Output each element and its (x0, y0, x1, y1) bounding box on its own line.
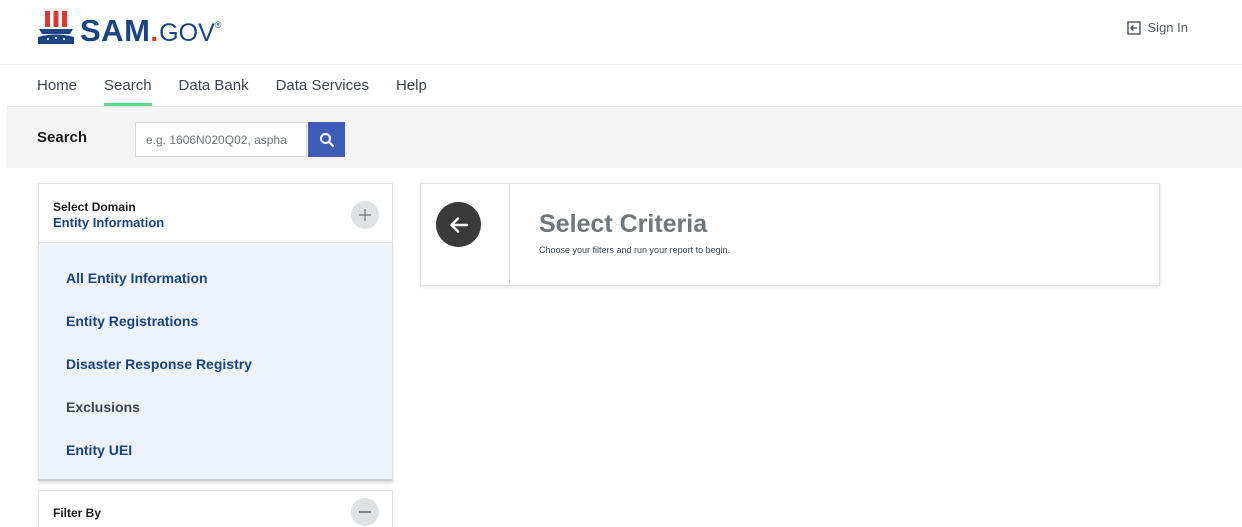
expand-domain-button[interactable] (351, 201, 379, 229)
sign-in-label: Sign In (1147, 20, 1188, 35)
logo-gov-text: GOV (159, 19, 215, 47)
logo-registered-mark: ® (214, 20, 222, 30)
domain-item-all-entity-information[interactable]: All Entity Information (66, 270, 208, 286)
select-criteria-card: Select Criteria Choose your filters and … (420, 183, 1160, 286)
sign-in-link[interactable]: Sign In (1126, 20, 1188, 35)
domain-list: All Entity Information Entity Registrati… (38, 243, 393, 481)
minus-icon (359, 511, 371, 513)
domain-item-exclusions[interactable]: Exclusions (66, 399, 140, 415)
plus-icon (359, 209, 371, 221)
domain-item-entity-uei[interactable]: Entity UEI (66, 442, 132, 458)
main-nav: Home Search Data Bank Data Services Help (0, 64, 1242, 106)
filter-by-panel: Filter By (38, 490, 393, 527)
criteria-icon-column (421, 184, 510, 285)
logo-dot: . (150, 16, 159, 47)
filter-by-title: Filter By (53, 506, 102, 520)
collapse-filter-button[interactable] (351, 498, 379, 526)
sign-in-icon (1126, 20, 1141, 35)
logo-sam-text: SAM (80, 13, 151, 48)
nav-help[interactable]: Help (396, 77, 427, 105)
nav-data-services[interactable]: Data Services (276, 77, 369, 105)
site-header: SAM . GOV ® Sign In (0, 0, 1242, 64)
capitol-logo-icon (38, 11, 74, 44)
criteria-title: Select Criteria (539, 210, 708, 238)
search-input[interactable] (135, 122, 307, 157)
select-domain-title: Select Domain (53, 200, 136, 214)
search-label: Search (37, 129, 88, 146)
arrow-left-icon (449, 216, 468, 233)
domain-item-entity-registrations[interactable]: Entity Registrations (66, 313, 198, 329)
criteria-subtitle: Choose your filters and run your report … (539, 245, 731, 255)
nav-search[interactable]: Search (104, 77, 152, 106)
back-arrow-button[interactable] (436, 202, 481, 247)
domain-item-disaster-response-registry[interactable]: Disaster Response Registry (66, 356, 252, 372)
search-button[interactable] (308, 122, 345, 157)
selected-domain-value: Entity Information (53, 215, 165, 230)
nav-data-bank[interactable]: Data Bank (179, 77, 249, 105)
search-bar: Search (7, 106, 1242, 168)
sam-gov-logo[interactable]: SAM . GOV ® (36, 10, 221, 46)
select-domain-panel: Select Domain Entity Information (38, 183, 393, 243)
search-icon (319, 132, 334, 147)
nav-home[interactable]: Home (37, 77, 77, 105)
